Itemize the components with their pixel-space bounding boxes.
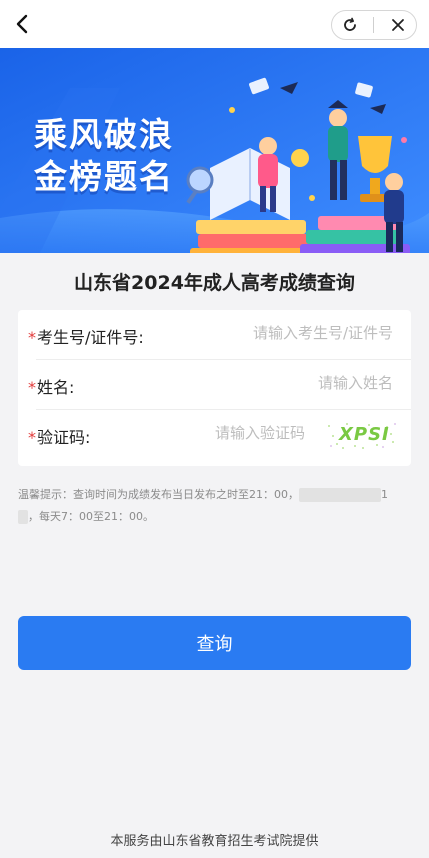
top-bar <box>0 0 429 48</box>
query-button[interactable]: 查询 <box>18 616 411 670</box>
field-captcha-label-text: 验证码: <box>37 428 91 447</box>
refresh-button[interactable] <box>338 13 362 37</box>
notice-line1-end: 1 <box>381 488 388 501</box>
page-title: 山东省2024年成人高考成绩查询 <box>74 272 355 294</box>
captcha-image[interactable]: XPSI <box>325 420 397 450</box>
mini-program-capsule <box>331 10 417 40</box>
field-name: *姓名: <box>18 360 411 412</box>
close-button[interactable] <box>386 13 410 37</box>
notice-text: 温馨提示：查询时间为成绩发布当日发布之时至21：00， 1 ，每天7：00至21：… <box>18 484 388 528</box>
field-exam-id: *考生号/证件号: <box>18 310 411 362</box>
chevron-left-icon <box>16 14 28 34</box>
field-captcha-label: *验证码: <box>28 424 90 448</box>
field-captcha: *验证码: XPSI <box>18 410 411 462</box>
field-exam-id-label-text: 考生号/证件号: <box>37 328 144 347</box>
refresh-icon <box>343 17 356 31</box>
required-mark: * <box>28 378 36 397</box>
redacted-text <box>18 510 28 524</box>
notice-line1: 温馨提示：查询时间为成绩发布当日发布之时至21：00， <box>18 488 299 501</box>
close-icon <box>392 19 405 31</box>
query-form: *考生号/证件号: *姓名: *验证码: XPSI <box>18 310 411 466</box>
banner-slogan: 乘风破浪 金榜题名 <box>34 114 174 198</box>
banner: 乘风破浪 金榜题名 <box>0 48 429 253</box>
captcha-input[interactable] <box>165 424 305 442</box>
captcha-text: XPSI <box>339 424 390 445</box>
field-name-label-text: 姓名: <box>37 378 75 397</box>
name-input[interactable] <box>193 374 393 392</box>
notice-line2: ，每天7：00至21：00。 <box>28 510 154 523</box>
back-button[interactable] <box>8 10 36 38</box>
banner-slogan-line2: 金榜题名 <box>34 157 174 196</box>
field-name-label: *姓名: <box>28 374 74 398</box>
field-exam-id-label: *考生号/证件号: <box>28 324 144 348</box>
capsule-divider <box>373 17 375 33</box>
redacted-text <box>299 488 381 502</box>
required-mark: * <box>28 428 36 447</box>
banner-slogan-line1: 乘风破浪 <box>34 115 174 154</box>
exam-id-input[interactable] <box>183 324 393 342</box>
footer-provider: 本服务由山东省教育招生考试院提供 <box>110 834 319 849</box>
required-mark: * <box>28 328 36 347</box>
